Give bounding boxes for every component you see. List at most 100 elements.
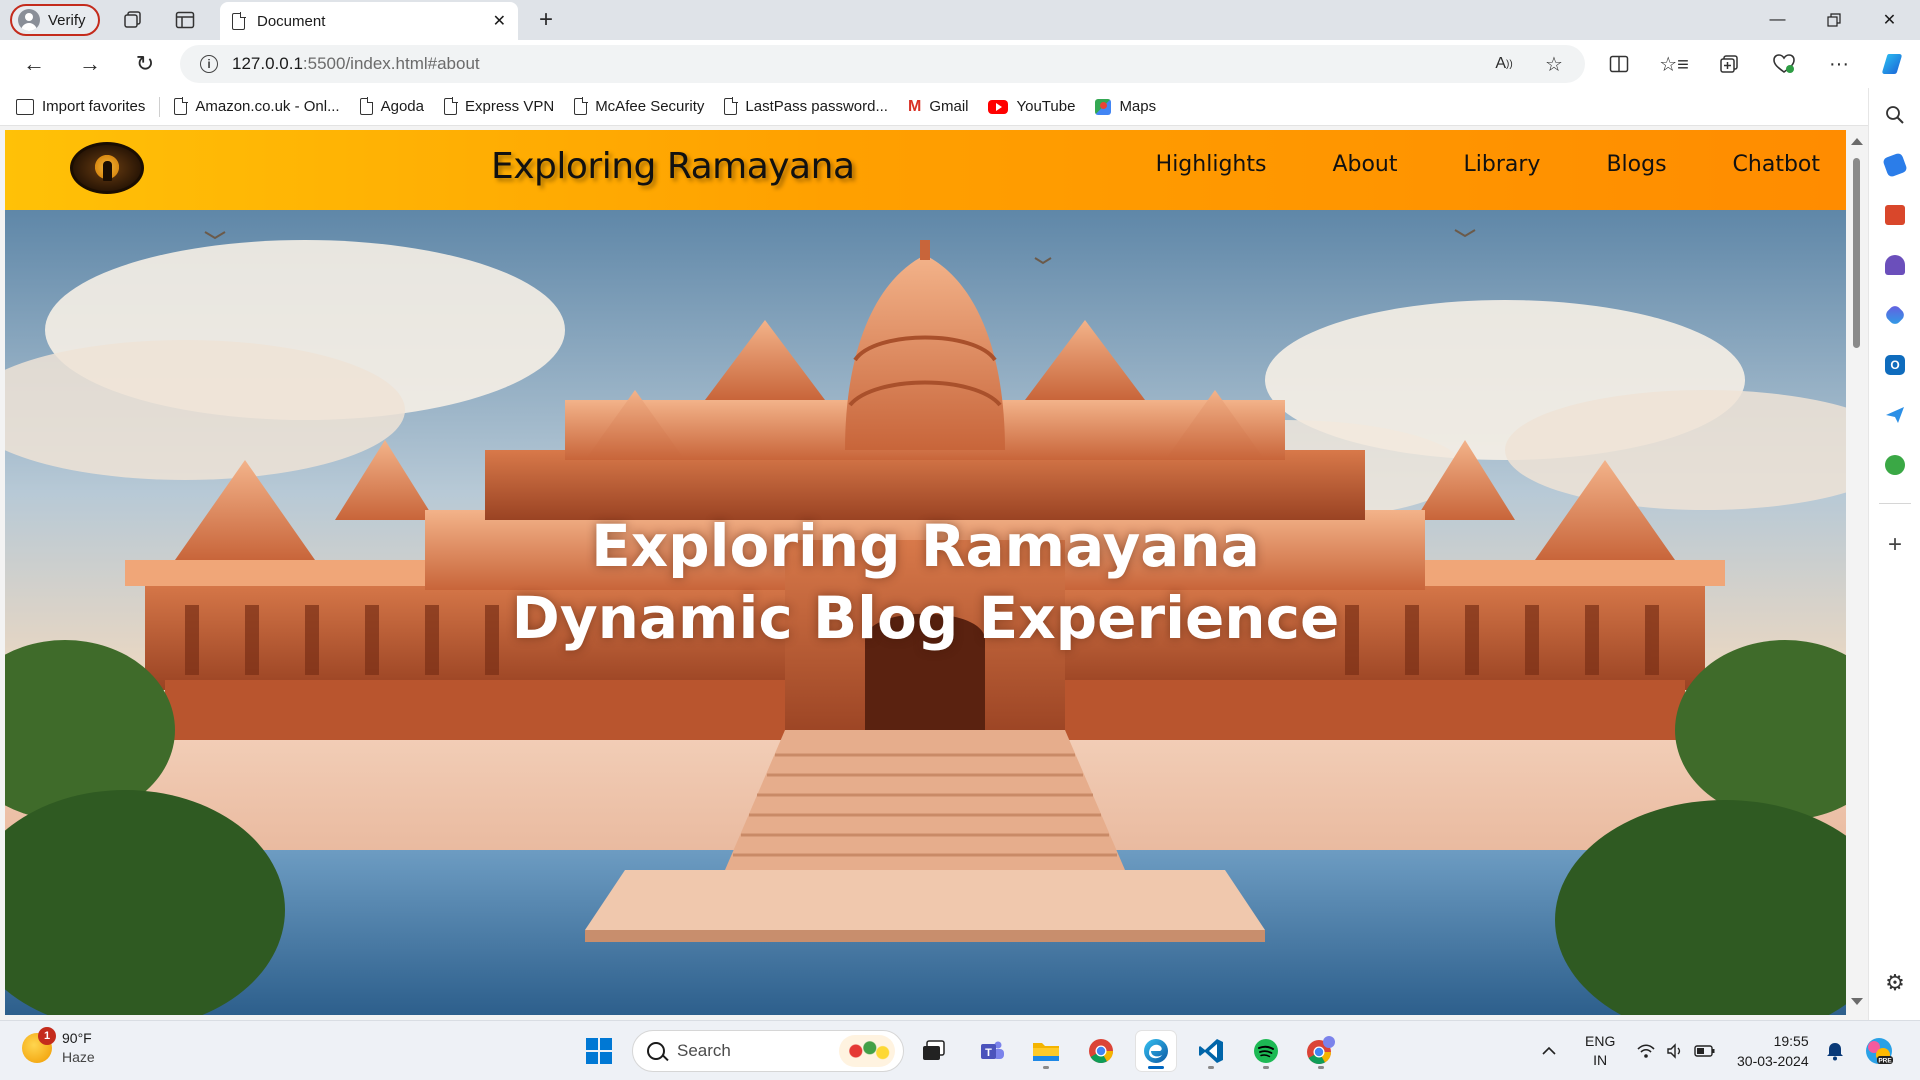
site-title: Exploring Ramayana	[491, 146, 855, 187]
read-aloud-icon[interactable]: A))	[1490, 52, 1518, 76]
edge-taskbar-icon[interactable]	[1136, 1031, 1176, 1071]
nav-blogs[interactable]: Blogs	[1606, 152, 1666, 177]
taskbar-search[interactable]: Search	[632, 1030, 904, 1072]
favorites-list-icon[interactable]: ☆≡	[1659, 52, 1689, 76]
favorite-label: Gmail	[929, 98, 969, 115]
sidebar-search-icon[interactable]	[1880, 100, 1910, 130]
nav-library[interactable]: Library	[1464, 152, 1541, 177]
sidebar-outlook-icon[interactable]: O	[1880, 350, 1910, 380]
scroll-down-icon[interactable]	[1851, 998, 1863, 1005]
refresh-icon[interactable]: ↻	[131, 51, 159, 76]
sidebar-add-icon[interactable]: +	[1880, 530, 1910, 560]
site-logo[interactable]	[70, 142, 144, 194]
start-button[interactable]	[579, 1031, 619, 1071]
edge-sidebar: O + ⚙	[1868, 88, 1920, 1020]
chrome-icon[interactable]	[1081, 1031, 1121, 1071]
teams-icon[interactable]: T	[972, 1031, 1012, 1071]
nav-about[interactable]: About	[1332, 152, 1397, 177]
nav-chatbot[interactable]: Chatbot	[1733, 152, 1820, 177]
profile-button[interactable]: Verify	[10, 4, 100, 36]
sidebar-tree-icon[interactable]	[1880, 450, 1910, 480]
more-options-icon[interactable]: ···	[1825, 52, 1853, 76]
favorite-amazon[interactable]: Amazon.co.uk - Onl...	[174, 97, 340, 115]
vscode-icon[interactable]	[1191, 1031, 1231, 1071]
sidebar-m365-icon[interactable]	[1880, 300, 1910, 330]
windows-taskbar: 1 90°F Haze Search T ENG IN 19:55 30-03-…	[0, 1020, 1920, 1080]
favorite-mcafee[interactable]: McAfee Security	[574, 97, 704, 115]
vertical-tabs-icon[interactable]	[172, 8, 198, 32]
url-path: :5500/index.html#about	[302, 54, 480, 73]
taskbar-search-placeholder: Search	[677, 1041, 731, 1060]
favorite-lastpass[interactable]: LastPass password...	[724, 97, 888, 115]
restore-icon[interactable]	[1806, 0, 1861, 40]
browser-toolbar: ← → ↻ i 127.0.0.1:5500/index.html#about …	[0, 40, 1920, 88]
windows-logo-icon	[586, 1038, 612, 1064]
url-text[interactable]: 127.0.0.1:5500/index.html#about	[232, 54, 480, 74]
clock-date: 30-03-2024	[1737, 1053, 1809, 1069]
sidebar-send-icon[interactable]	[1880, 400, 1910, 430]
page-viewport: Exploring Ramayana Highlights About Libr…	[5, 130, 1846, 1015]
favorites-bar: Import favorites Amazon.co.uk - Onl... A…	[0, 88, 1920, 126]
collections-icon[interactable]	[1715, 52, 1743, 76]
window-close-icon[interactable]: ✕	[1862, 0, 1917, 40]
svg-text:PRE: PRE	[1878, 1058, 1892, 1065]
sidebar-games-icon[interactable]	[1880, 250, 1910, 280]
copilot-taskbar-icon[interactable]: PRE	[1864, 1021, 1894, 1080]
sidebar-tools-icon[interactable]	[1880, 200, 1910, 230]
forward-icon[interactable]: →	[76, 51, 104, 76]
favorite-star-icon[interactable]: ☆	[1540, 52, 1568, 76]
nav-highlights[interactable]: Highlights	[1156, 152, 1267, 177]
favorite-label: Maps	[1119, 98, 1157, 115]
workspaces-icon[interactable]	[120, 8, 146, 32]
language-code: ENG	[1585, 1033, 1616, 1049]
tab-document[interactable]: Document ✕	[220, 2, 518, 40]
favorite-import[interactable]: Import favorites	[16, 98, 145, 115]
chrome-profile-icon[interactable]	[1301, 1031, 1341, 1071]
site-info-icon[interactable]: i	[200, 55, 218, 73]
scroll-up-icon[interactable]	[1851, 138, 1863, 145]
split-screen-icon[interactable]	[1605, 52, 1633, 76]
search-icon	[647, 1042, 665, 1060]
browser-essentials-icon[interactable]	[1770, 52, 1798, 76]
page-scrollbar[interactable]	[1846, 130, 1866, 1015]
favorite-express-vpn[interactable]: Express VPN	[443, 97, 554, 115]
running-indicator	[1263, 1066, 1269, 1069]
favorite-label: YouTube	[1016, 98, 1076, 115]
youtube-icon	[988, 99, 1009, 114]
weather-widget[interactable]: 1 90°F Haze	[22, 1027, 95, 1067]
minimize-icon[interactable]: —	[1750, 0, 1805, 40]
language-indicator[interactable]: ENG IN	[1585, 1021, 1615, 1080]
back-icon[interactable]: ←	[20, 51, 48, 76]
favorites-divider	[159, 96, 161, 117]
sidebar-divider	[1879, 503, 1911, 504]
clock[interactable]: 19:55 30-03-2024	[1737, 1021, 1809, 1080]
new-tab-icon[interactable]: +	[532, 6, 560, 34]
weather-condition: Haze	[62, 1049, 95, 1065]
import-icon	[16, 98, 34, 115]
favorite-gmail[interactable]: M Gmail	[908, 98, 969, 116]
show-hidden-icons[interactable]	[1542, 1021, 1556, 1080]
notifications-bell-icon[interactable]	[1826, 1021, 1844, 1080]
system-tray-status[interactable]	[1636, 1021, 1716, 1080]
weather-temperature: 90°F	[62, 1030, 92, 1046]
region-code: IN	[1593, 1052, 1608, 1068]
running-indicator	[1318, 1066, 1324, 1069]
file-explorer-icon[interactable]	[1026, 1031, 1066, 1071]
favorite-maps[interactable]: Maps	[1095, 98, 1156, 115]
copilot-icon[interactable]	[1876, 48, 1910, 80]
site-nav-links: Highlights About Library Blogs Chatbot	[1156, 152, 1820, 177]
spotify-icon[interactable]	[1246, 1031, 1286, 1071]
sidebar-settings-icon[interactable]: ⚙	[1880, 968, 1910, 998]
task-view-button[interactable]	[914, 1031, 954, 1071]
favorite-label: LastPass password...	[745, 98, 888, 115]
favorite-agoda[interactable]: Agoda	[359, 97, 424, 115]
favorite-youtube[interactable]: YouTube	[988, 98, 1075, 115]
tab-close-icon[interactable]: ✕	[493, 11, 506, 31]
url-host: 127.0.0.1	[232, 54, 303, 73]
address-bar[interactable]: i 127.0.0.1:5500/index.html#about	[180, 45, 1585, 83]
scroll-thumb[interactable]	[1853, 158, 1860, 348]
tab-title: Document	[257, 12, 326, 30]
page-icon	[174, 97, 188, 115]
running-indicator	[1208, 1066, 1214, 1069]
sidebar-shopping-icon[interactable]	[1880, 150, 1910, 180]
